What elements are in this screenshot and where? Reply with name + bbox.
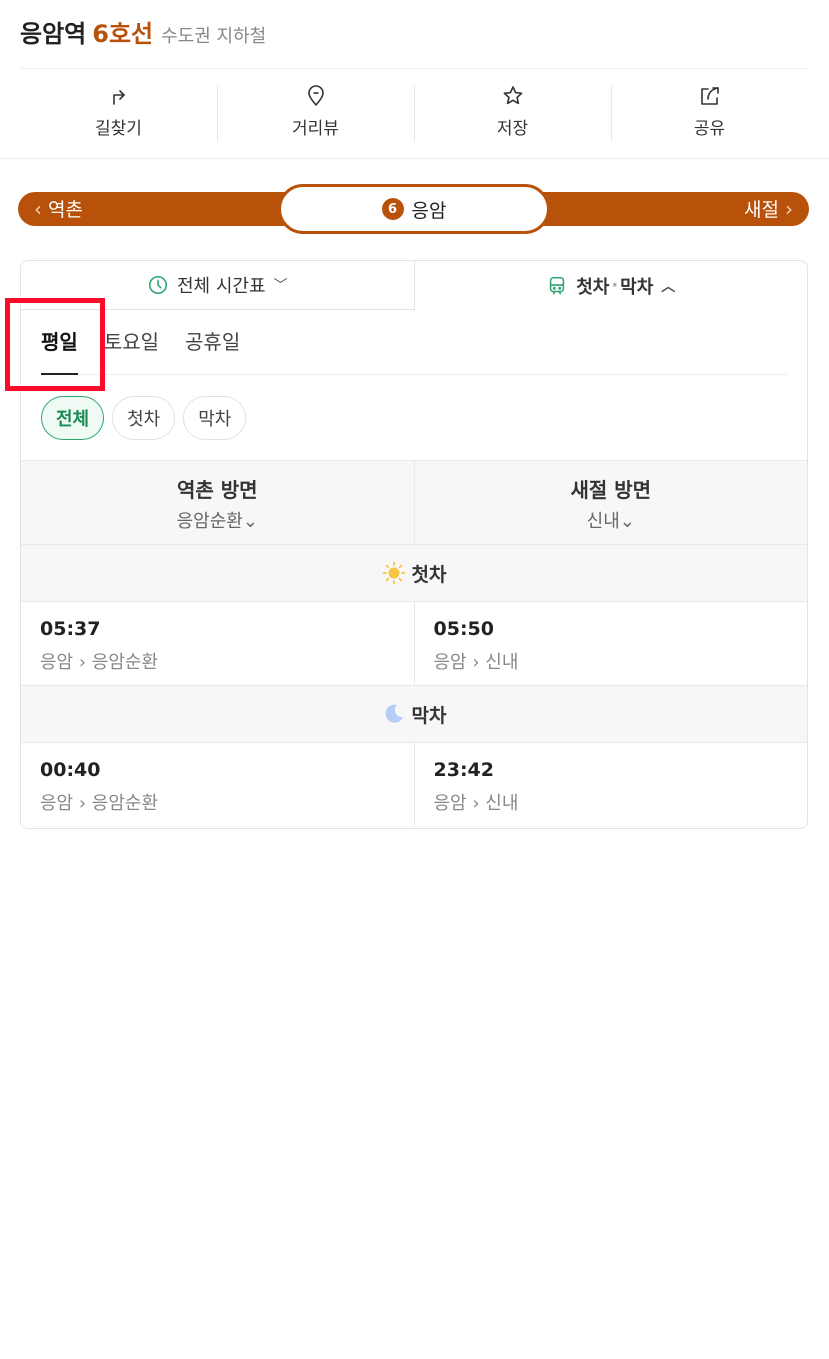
train-icon: [550, 276, 565, 295]
filter-all-chip[interactable]: 전체: [41, 396, 105, 440]
divider: [20, 68, 809, 69]
directions-label: 길찾기: [95, 119, 142, 139]
next-station-button[interactable]: 새절 ›: [744, 192, 793, 226]
filter-chips: 전체 첫차 막차: [41, 396, 254, 440]
tab-full-timetable-label: 전체 시간표: [176, 276, 266, 297]
tab-first-label: 첫차: [576, 276, 610, 298]
departure-time: 05:50: [433, 618, 494, 640]
table-row: 05:37 응암 › 응암순환 05:50 응암 › 신내: [21, 602, 807, 686]
filter-first-chip[interactable]: 첫차: [112, 396, 176, 440]
directions-button[interactable]: 길찾기: [20, 80, 217, 146]
departure-time: 00:40: [40, 759, 101, 781]
view-tabs: 전체 시간표 ﹀ 첫차 · 막차 ︿: [21, 261, 807, 310]
dot-separator: ·: [611, 275, 619, 296]
chevron-down-icon: ⌄: [242, 510, 258, 532]
map-pin-icon: [307, 85, 324, 106]
chevron-up-icon: ︿: [661, 278, 676, 295]
direction-destination[interactable]: 응암순환⌄: [177, 507, 258, 533]
prev-station-label: 역촌: [48, 199, 84, 221]
first-train-section-header: 첫차: [21, 544, 807, 602]
timetable-card: 전체 시간표 ﹀ 첫차 · 막차 ︿ 평일 토요일 공휴일 전체 첫차 막차 역…: [20, 260, 808, 829]
current-station-pill[interactable]: 6 응암: [278, 184, 550, 234]
departure-time: 23:42: [433, 759, 494, 781]
street-view-button[interactable]: 거리뷰: [217, 80, 414, 146]
star-icon: [503, 86, 522, 105]
tab-last-label: 막차: [620, 276, 654, 298]
highlight-box: [5, 298, 105, 391]
route-text: 응암 › 응암순환: [40, 652, 159, 673]
sun-icon: [382, 561, 405, 585]
timetable-cell: 05:37 응암 › 응암순환: [21, 602, 414, 686]
tab-first-last[interactable]: 첫차 · 막차 ︿: [415, 261, 808, 310]
direction-yeokchon[interactable]: 역촌 방면 응암순환⌄: [21, 461, 414, 545]
chevron-right-icon: ›: [785, 197, 793, 221]
destination-label: 신내: [586, 510, 620, 532]
next-station-label: 새절: [743, 199, 779, 221]
direction-destination[interactable]: 신내⌄: [587, 507, 635, 533]
timetable-cell: 23:42 응암 › 신내: [413, 743, 808, 827]
share-button[interactable]: 공유: [611, 80, 808, 146]
action-bar: 길찾기 거리뷰 저장 공유: [20, 80, 808, 146]
turn-right-arrow-icon: [112, 90, 125, 105]
timetable-cell: 00:40 응암 › 응암순환: [21, 743, 414, 827]
tab-holiday[interactable]: 공휴일: [185, 323, 240, 375]
save-label: 저장: [496, 119, 529, 139]
region-label: 수도권 지하철: [161, 26, 267, 47]
save-button[interactable]: 저장: [414, 80, 611, 146]
chevron-left-icon: ‹: [34, 197, 42, 221]
share-icon: [700, 87, 719, 105]
direction-title: 새절 방면: [570, 477, 652, 502]
share-label: 공유: [693, 119, 726, 139]
first-train-label: 첫차: [411, 563, 447, 586]
moon-icon: [385, 704, 403, 723]
line-name[interactable]: 6호선: [92, 14, 153, 49]
last-train-section-header: 막차: [21, 685, 807, 743]
prev-station-button[interactable]: ‹ 역촌: [34, 192, 83, 226]
tab-saturday[interactable]: 토요일: [104, 323, 159, 375]
station-name: 응암역: [20, 20, 87, 48]
table-row: 00:40 응암 › 응암순환 23:42 응암 › 신내: [21, 743, 807, 827]
line-number-badge: 6: [381, 198, 404, 220]
line-station-bar: ‹ 역촌 6 응암 새절 ›: [18, 184, 809, 234]
street-view-label: 거리뷰: [292, 119, 339, 139]
timetable-cell: 05:50 응암 › 신내: [413, 602, 808, 686]
destination-label: 응암순환: [176, 510, 243, 532]
day-tabs: 평일 토요일 공휴일: [41, 323, 787, 375]
last-train-label: 막차: [411, 704, 447, 727]
station-header: 응암역 6호선 수도권 지하철: [20, 14, 266, 54]
clock-icon: [148, 275, 168, 295]
route-text: 응암 › 신내: [433, 652, 519, 673]
direction-saejeol[interactable]: 새절 방면 신내⌄: [413, 461, 808, 545]
direction-title: 역촌 방면: [176, 477, 258, 502]
filter-last-chip[interactable]: 막차: [183, 396, 247, 440]
departure-time: 05:37: [40, 618, 101, 640]
route-text: 응암 › 신내: [433, 793, 519, 814]
route-text: 응암 › 응암순환: [40, 793, 159, 814]
chevron-down-icon: ⌄: [619, 510, 635, 532]
current-station-label: 응암: [411, 199, 447, 222]
divider: [0, 158, 829, 159]
chevron-down-icon: ﹀: [273, 278, 288, 294]
direction-header: 역촌 방면 응암순환⌄ 새절 방면 신내⌄: [21, 460, 807, 545]
